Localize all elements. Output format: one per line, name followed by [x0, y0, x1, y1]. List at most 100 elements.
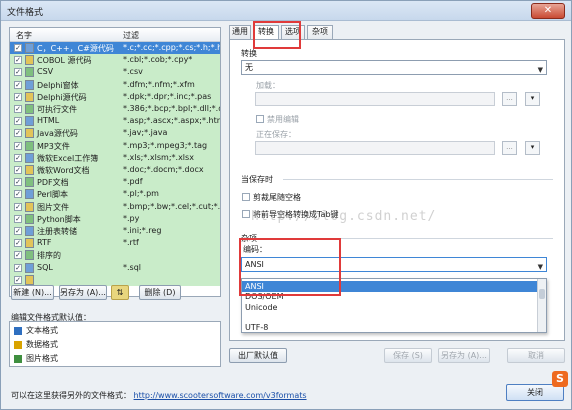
file-type-icon	[25, 43, 34, 53]
format-name: C，C++，C#源代码	[37, 44, 114, 53]
new-format-button[interactable]: 新建 (N)...	[11, 285, 54, 300]
row-checkbox[interactable]: ✓	[14, 129, 22, 138]
row-checkbox[interactable]: ✓	[14, 92, 22, 101]
default-item-text[interactable]: 文本格式	[14, 325, 58, 336]
list-item[interactable]: ✓ 微软Excel工作簿 *.xls;*.xlsm;*.xlsx	[10, 151, 220, 164]
list-item[interactable]: ✓ RTF *.rtf	[10, 237, 220, 250]
format-mask: *.mp3;*.mpeg3;*.tag	[123, 140, 208, 150]
load-input[interactable]	[255, 92, 495, 106]
column-name-header[interactable]: 名字	[16, 30, 32, 41]
column-mask-header[interactable]: 过滤	[123, 30, 139, 41]
list-body: ✓ C，C++，C#源代码 *.c;*.cc;*.cpp;*.cs;*.h;*.hp…	[10, 42, 220, 296]
list-item[interactable]: ✓ COBOL 源代码 *.cbl;*.cob;*.cpy*	[10, 54, 220, 67]
disable-edit-checkbox[interactable]	[256, 115, 264, 123]
list-item[interactable]: ✓ Perl脚本 *.pl;*.pm	[10, 188, 220, 201]
row-checkbox[interactable]: ✓	[14, 227, 22, 235]
file-type-icon	[25, 177, 34, 188]
format-name: COBOL 源代码	[37, 56, 92, 66]
row-checkbox[interactable]: ✓	[14, 105, 22, 113]
format-mask: *.386;*.bcp;*.bpl;*.dll;*.dr...	[123, 104, 220, 113]
file-type-icon	[25, 152, 34, 163]
format-mask: *.dfm;*.nfm;*.xfm	[123, 79, 195, 89]
format-mask: *.dpk;*.dpr;*.inc;*.pas	[123, 91, 212, 101]
row-checkbox[interactable]: ✓	[14, 239, 22, 248]
default-item-data[interactable]: 数据格式	[14, 339, 58, 350]
format-mask: *.jav;*.java	[123, 128, 168, 138]
row-checkbox[interactable]: ✓	[14, 166, 22, 174]
saving-input[interactable]	[255, 141, 495, 155]
row-checkbox[interactable]: ✓	[14, 263, 22, 272]
row-checkbox[interactable]: ✓	[14, 44, 22, 52]
list-item[interactable]: ✓ 微软Word文档 *.doc;*.docm;*.docx	[10, 164, 220, 177]
format-mask: *.xls;*.xlsm;*.xlsx	[123, 152, 194, 162]
row-checkbox[interactable]: ✓	[14, 275, 22, 284]
window-close-button[interactable]: ✕	[531, 3, 565, 19]
trim-trailing-label: 剪裁尾随空格	[253, 193, 301, 202]
row-checkbox[interactable]: ✓	[14, 202, 22, 211]
format-name: Python脚本	[37, 214, 81, 224]
row-checkbox[interactable]: ✓	[14, 80, 22, 89]
trim-trailing-checkbox[interactable]	[242, 193, 250, 201]
factory-defaults-button[interactable]: 出厂默认值	[229, 348, 287, 363]
file-type-icon	[25, 128, 34, 139]
save-button[interactable]: 保存 (S)	[384, 348, 432, 363]
row-checkbox[interactable]: ✓	[14, 190, 22, 199]
row-checkbox[interactable]: ✓	[14, 214, 22, 223]
row-checkbox[interactable]: ✓	[14, 117, 22, 126]
row-checkbox[interactable]: ✓	[14, 56, 22, 65]
cancel-button[interactable]: 取消	[507, 348, 565, 363]
format-mask: *.sql	[123, 262, 142, 272]
encoding-option[interactable]: UTF-8	[242, 322, 538, 332]
file-formats-window: 文件格式 ✕ 名字 过滤 ✓ C，C++，C#源代码 *.c;*.cc;*.cpp;…	[0, 0, 572, 410]
format-name: Delphi窗体	[37, 80, 79, 90]
save-as-button[interactable]: 另存为 (A)...	[438, 348, 490, 363]
file-type-icon	[25, 250, 34, 261]
list-item[interactable]: ✓ Delphi窗体 *.dfm;*.nfm;*.xfm	[10, 78, 220, 91]
file-type-icon	[25, 213, 34, 224]
tab-misc[interactable]: 杂项	[307, 25, 333, 39]
window-title: 文件格式	[7, 8, 44, 18]
list-item[interactable]: ✓ Python脚本 *.py	[10, 212, 220, 225]
list-item[interactable]: ✓ 注册表转储 *.ini;*.reg	[10, 225, 220, 238]
row-checkbox[interactable]: ✓	[14, 178, 22, 187]
load-browse-button[interactable]: ...	[502, 92, 517, 106]
load-menu-button[interactable]: ▾	[525, 92, 540, 106]
saving-menu-button[interactable]: ▾	[525, 141, 540, 155]
format-name: 注册表转储	[37, 227, 77, 236]
format-mask: *.ini;*.reg	[123, 226, 162, 235]
list-item[interactable]: ✓ MP3文件 *.mp3;*.mpeg3;*.tag	[10, 139, 220, 152]
format-mask: *.pdf	[123, 177, 143, 187]
row-checkbox[interactable]: ✓	[14, 251, 22, 260]
list-item[interactable]: ✓ 图片文件 *.bmp;*.bw;*.cel;*.cut;*.di...	[10, 200, 220, 213]
defaults-list[interactable]: 文本格式 数据格式 图片格式	[9, 321, 221, 367]
file-type-icon	[25, 55, 34, 66]
scroll-thumb[interactable]	[539, 289, 545, 299]
save-as-format-button[interactable]: 另存为 (A)...	[59, 285, 107, 300]
row-checkbox[interactable]: ✓	[14, 141, 22, 150]
format-mask: *.py	[123, 213, 140, 223]
list-item[interactable]: ✓ Java源代码 *.jav;*.java	[10, 127, 220, 140]
format-list[interactable]: 名字 过滤 ✓ C，C++，C#源代码 *.c;*.cc;*.cpp;*.cs;*.…	[9, 27, 221, 297]
file-type-icon	[25, 140, 34, 151]
default-item-picture[interactable]: 图片格式	[14, 353, 58, 364]
divider	[283, 179, 553, 180]
list-item[interactable]: ✓ CSV *.csv	[10, 66, 220, 79]
list-item[interactable]: ✓ PDF文档 *.pdf	[10, 176, 220, 189]
tab-general[interactable]: 通用	[229, 25, 251, 39]
tabs-convert-checkbox[interactable]	[242, 210, 250, 218]
row-checkbox[interactable]: ✓	[14, 68, 22, 77]
reorder-arrows-button[interactable]: ⇅	[111, 285, 129, 300]
format-mask: *.rtf	[123, 238, 139, 248]
list-item[interactable]: ✓ HTML *.asp;*.ascx;*.aspx;*.htm;...	[10, 115, 220, 128]
row-checkbox[interactable]: ✓	[14, 153, 22, 162]
convert-select[interactable]: 无 ▼	[241, 60, 547, 75]
saving-browse-button[interactable]: ...	[502, 141, 517, 155]
list-item[interactable]: ✓ 可执行文件 *.386;*.bcp;*.bpl;*.dll;*.dr...	[10, 103, 220, 116]
delete-format-button[interactable]: 删除 (D)	[139, 285, 181, 300]
formats-link[interactable]: http://www.scootersoftware.com/v3formats	[134, 391, 307, 400]
list-item[interactable]: ✓ C，C++，C#源代码 *.c;*.cc;*.cpp;*.cs;*.h;*.hp…	[10, 42, 220, 55]
list-item[interactable]: ✓ SQL *.sql	[10, 261, 220, 274]
list-item[interactable]: ✓ Delphi源代码 *.dpk;*.dpr;*.inc;*.pas	[10, 90, 220, 103]
dropdown-scrollbar[interactable]	[537, 279, 546, 332]
list-item[interactable]: ✓ 排序的	[10, 249, 220, 262]
